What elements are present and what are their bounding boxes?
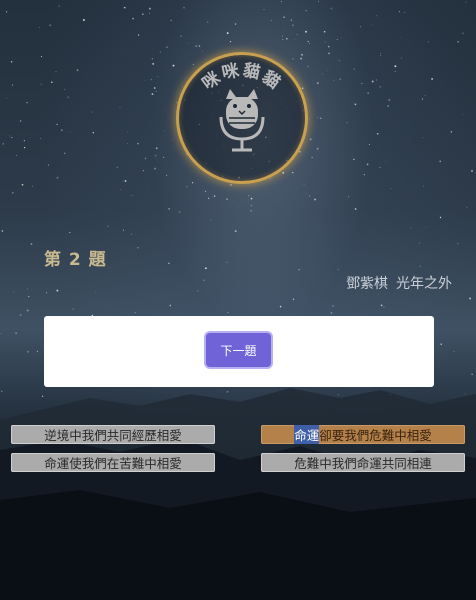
song-title: 光年之外 — [396, 276, 452, 292]
question-number: 第 2 題 — [44, 250, 107, 270]
song-info: 鄧紫棋 光年之外 — [346, 273, 452, 293]
question-card: 下一題 — [44, 316, 434, 387]
option-2-text: 卻要我們危難中相愛 — [319, 428, 432, 443]
option-4[interactable]: 危難中我們命運共同相連 — [261, 453, 465, 472]
selected-text-highlight: 命運 — [294, 425, 320, 444]
cat-microphone-icon — [219, 89, 265, 152]
logo-text: 咪咪貓貓 — [198, 59, 286, 94]
option-1[interactable]: 逆境中我們共同經歷相愛 — [11, 425, 215, 444]
logo: 咪咪貓貓 — [176, 52, 308, 184]
option-2-selected[interactable]: 命運 卻要我們危難中相愛 — [261, 425, 465, 444]
next-question-button[interactable]: 下一題 — [206, 333, 271, 367]
option-3[interactable]: 命運使我們在苦難中相愛 — [11, 453, 215, 472]
artist-name: 鄧紫棋 — [346, 276, 388, 292]
mountain-silhouette — [0, 388, 476, 600]
